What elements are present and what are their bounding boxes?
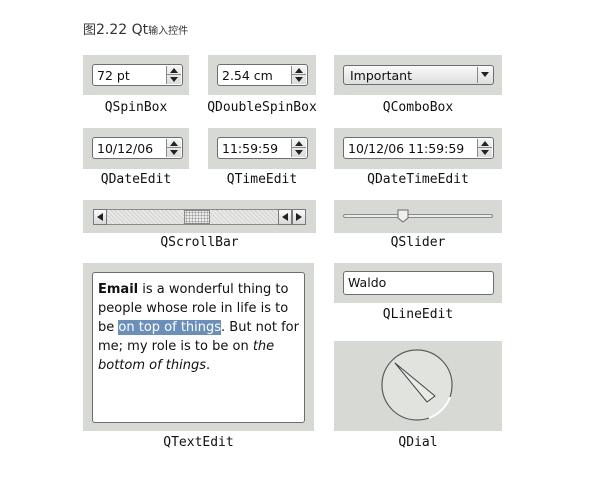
combobox-panel: Important bbox=[334, 55, 502, 95]
arrow-up-icon bbox=[170, 141, 178, 146]
spinbox-label: QSpinBox bbox=[104, 100, 168, 115]
caption-text: 输入控件 bbox=[148, 26, 189, 37]
chevron-down-icon bbox=[481, 72, 489, 77]
slider-label: QSlider bbox=[390, 235, 446, 250]
text-part-3: . bbox=[206, 358, 211, 373]
dial[interactable] bbox=[334, 341, 502, 431]
spin-down-button[interactable] bbox=[292, 148, 306, 157]
dateedit[interactable]: 10/12/06 bbox=[92, 137, 183, 159]
text-selection: on top of things bbox=[118, 320, 222, 335]
slider-panel bbox=[334, 200, 502, 233]
dateedit-value[interactable]: 10/12/06 bbox=[97, 141, 153, 156]
spin-down-button[interactable] bbox=[292, 75, 306, 84]
caption-prefix: 图 bbox=[83, 23, 97, 38]
timeedit-label: QTimeEdit bbox=[226, 172, 298, 187]
doublespinbox-label: QDoubleSpinBox bbox=[207, 100, 317, 115]
textedit[interactable]: Email is a wonderful thing to people who… bbox=[92, 272, 305, 423]
arrow-down-icon bbox=[481, 150, 489, 155]
arrow-left-icon bbox=[97, 213, 103, 221]
arrow-down-icon bbox=[295, 150, 303, 155]
lineedit-label: QLineEdit bbox=[382, 307, 454, 322]
scrollbar-panel bbox=[83, 200, 316, 233]
arrow-up-icon bbox=[481, 141, 489, 146]
doublespinbox-value[interactable]: 2.54 cm bbox=[222, 68, 273, 83]
scroll-left-button[interactable] bbox=[93, 209, 107, 225]
slider-handle[interactable] bbox=[397, 209, 409, 223]
timeedit[interactable]: 11:59:59 bbox=[217, 137, 308, 159]
dial-panel bbox=[334, 341, 502, 431]
spin-up-button[interactable] bbox=[292, 139, 306, 148]
textedit-label: QTextEdit bbox=[163, 435, 234, 450]
dateedit-panel: 10/12/06 bbox=[83, 128, 189, 169]
combobox-label: QComboBox bbox=[382, 100, 454, 115]
timeedit-value[interactable]: 11:59:59 bbox=[222, 141, 278, 156]
textedit-panel: Email is a wonderful thing to people who… bbox=[83, 263, 314, 431]
figure-caption: 图2.22 Qt输入控件 bbox=[83, 19, 188, 38]
arrow-right-icon bbox=[296, 213, 302, 221]
spin-buttons bbox=[291, 66, 306, 84]
spin-buttons bbox=[166, 66, 181, 84]
combobox-dropdown-button[interactable] bbox=[477, 67, 492, 83]
doublespinbox[interactable]: 2.54 cm bbox=[217, 64, 308, 86]
spin-up-button[interactable] bbox=[478, 139, 492, 148]
scrollbar[interactable] bbox=[93, 209, 306, 225]
scroll-right-button[interactable] bbox=[292, 209, 306, 225]
arrow-down-icon bbox=[295, 77, 303, 82]
lineedit-value[interactable]: Waldo bbox=[348, 275, 386, 290]
textedit-content[interactable]: Email is a wonderful thing to people who… bbox=[98, 280, 303, 375]
spinbox-panel: 72 pt bbox=[83, 55, 189, 95]
spin-buttons bbox=[166, 139, 181, 157]
caption-number: 2.22 Qt bbox=[96, 22, 149, 38]
dateedit-label: QDateEdit bbox=[100, 172, 172, 187]
spinbox-value[interactable]: 72 pt bbox=[97, 68, 130, 83]
combobox[interactable]: Important bbox=[343, 65, 494, 85]
spin-down-button[interactable] bbox=[478, 148, 492, 157]
arrow-up-icon bbox=[295, 141, 303, 146]
slider-groove[interactable] bbox=[343, 214, 493, 218]
spin-buttons bbox=[291, 139, 306, 157]
scrollbar-thumb[interactable] bbox=[184, 210, 211, 224]
arrow-down-icon bbox=[170, 77, 178, 82]
spinbox[interactable]: 72 pt bbox=[92, 64, 183, 86]
combobox-value[interactable]: Important bbox=[350, 68, 412, 83]
arrow-left-icon bbox=[282, 213, 288, 221]
spin-down-button[interactable] bbox=[167, 75, 181, 84]
dial-label: QDial bbox=[398, 435, 438, 450]
datetimeedit-value[interactable]: 10/12/06 11:59:59 bbox=[348, 141, 464, 156]
datetimeedit-label: QDateTimeEdit bbox=[367, 172, 469, 187]
spin-up-button[interactable] bbox=[292, 66, 306, 75]
scroll-left-button-2[interactable] bbox=[278, 209, 292, 225]
spin-up-button[interactable] bbox=[167, 139, 181, 148]
arrow-up-icon bbox=[170, 68, 178, 73]
spin-up-button[interactable] bbox=[167, 66, 181, 75]
arrow-down-icon bbox=[170, 150, 178, 155]
text-bold: Email bbox=[98, 282, 139, 297]
datetimeedit[interactable]: 10/12/06 11:59:59 bbox=[343, 137, 494, 159]
timeedit-panel: 11:59:59 bbox=[208, 128, 316, 169]
spin-down-button[interactable] bbox=[167, 148, 181, 157]
scrollbar-label: QScrollBar bbox=[160, 235, 239, 250]
arrow-up-icon bbox=[295, 68, 303, 73]
datetimeedit-panel: 10/12/06 11:59:59 bbox=[334, 128, 502, 169]
lineedit[interactable]: Waldo bbox=[343, 271, 494, 295]
lineedit-panel: Waldo bbox=[334, 263, 502, 303]
doublespinbox-panel: 2.54 cm bbox=[208, 55, 316, 95]
spin-buttons bbox=[477, 139, 492, 157]
